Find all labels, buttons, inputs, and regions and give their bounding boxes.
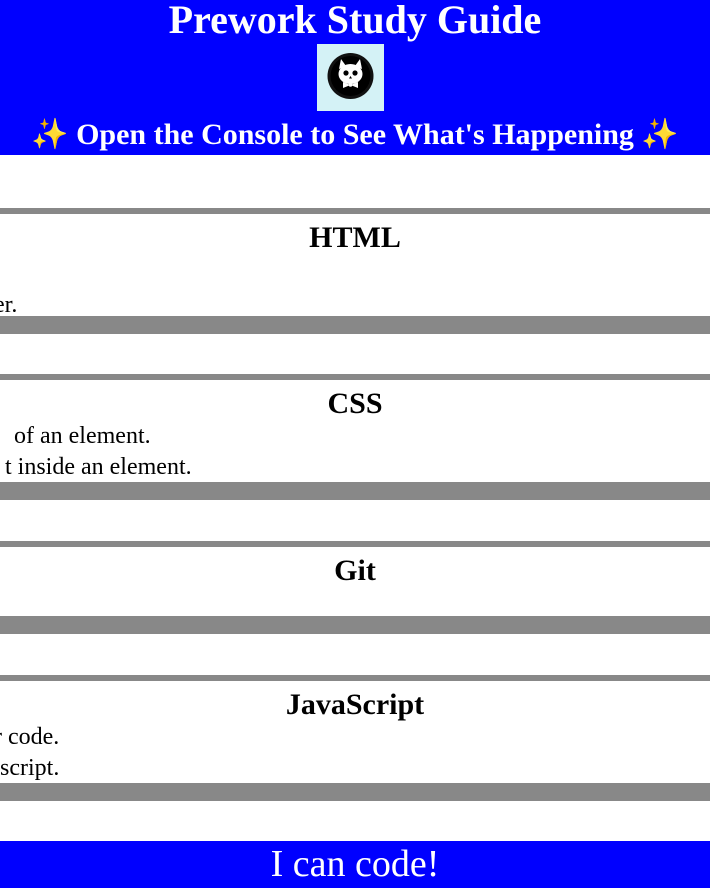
- subtitle-text: Open the Console to See What's Happening: [76, 118, 634, 151]
- sparkle-icon: ✨: [31, 117, 69, 152]
- section-note: er.: [0, 292, 18, 318]
- section-title: CSS: [327, 387, 383, 420]
- section-title: JavaScript: [285, 688, 425, 721]
- section-css: CSS of an element. t inside an element.: [0, 374, 710, 500]
- page-header: Prework Study Guide ✨ Open the Console t…: [0, 0, 710, 155]
- section-html: HTML er.: [0, 208, 710, 334]
- page-title: Prework Study Guide: [168, 0, 542, 42]
- page: Prework Study Guide ✨ Open the Console t…: [0, 0, 710, 888]
- logo: [317, 44, 384, 111]
- sparkle-icon: ✨: [641, 117, 679, 152]
- cat-skull-icon: [327, 53, 374, 99]
- section-note: script.: [0, 755, 60, 781]
- page-subtitle: ✨ Open the Console to See What's Happeni…: [0, 117, 710, 153]
- section-title: Git: [334, 554, 376, 587]
- section-title: HTML: [309, 221, 401, 254]
- section-javascript: JavaScript r code. script.: [0, 675, 710, 801]
- section-git: Git: [0, 541, 710, 634]
- section-note: r code.: [0, 724, 60, 750]
- page-footer: I can code!: [0, 841, 710, 888]
- section-note: of an element.: [14, 423, 151, 449]
- section-note: t inside an element.: [5, 454, 192, 480]
